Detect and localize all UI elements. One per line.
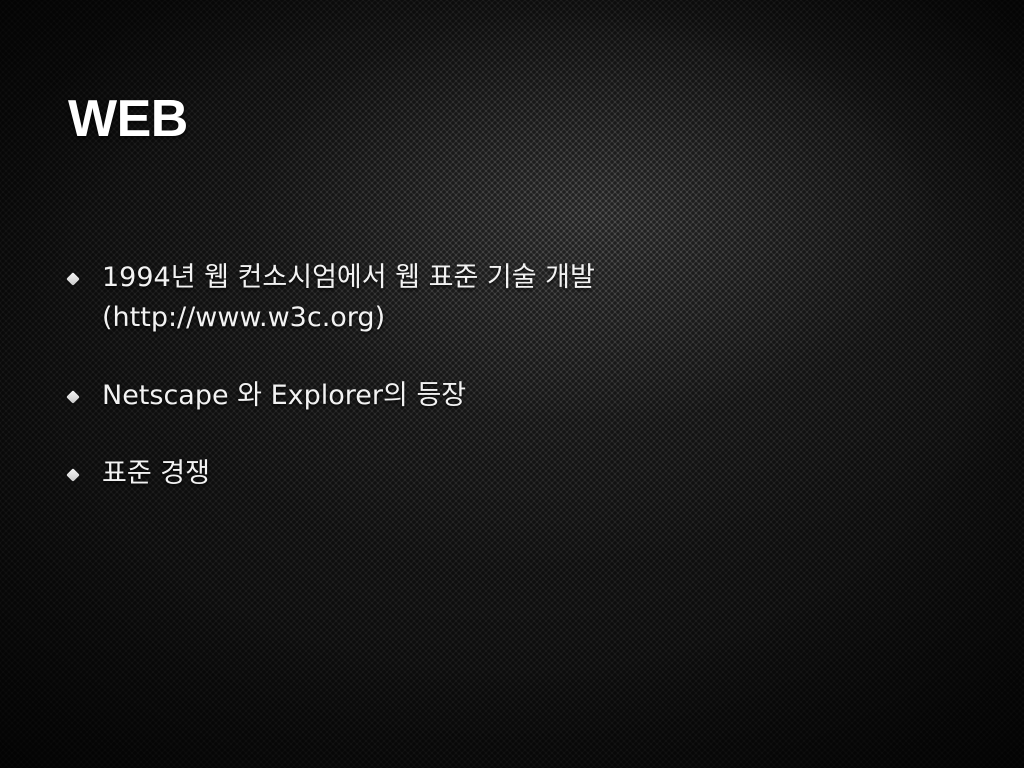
bullet-marker-icon (66, 468, 80, 482)
bullet-marker-icon (66, 390, 80, 404)
slide: WEB 1994년 웹 컨소시엄에서 웹 표준 기술 개발 (http://ww… (0, 0, 1024, 768)
bullet-item-w3c: 1994년 웹 컨소시엄에서 웹 표준 기술 개발 (http://www.w3… (60, 258, 840, 338)
bullet-item-competition: 표준 경쟁 (60, 454, 840, 494)
bullet-text: 표준 경쟁 (102, 458, 210, 489)
slide-title: WEB (68, 90, 188, 148)
bullet-text: 1994년 웹 컨소시엄에서 웹 표준 기술 개발 (http://www.w3… (102, 262, 595, 333)
bullet-marker-icon (66, 272, 80, 286)
bullet-item-browsers: Netscape 와 Explorer의 등장 (60, 376, 840, 416)
bullet-list: 1994년 웹 컨소시엄에서 웹 표준 기술 개발 (http://www.w3… (60, 258, 840, 532)
bullet-text: Netscape 와 Explorer의 등장 (102, 380, 467, 411)
